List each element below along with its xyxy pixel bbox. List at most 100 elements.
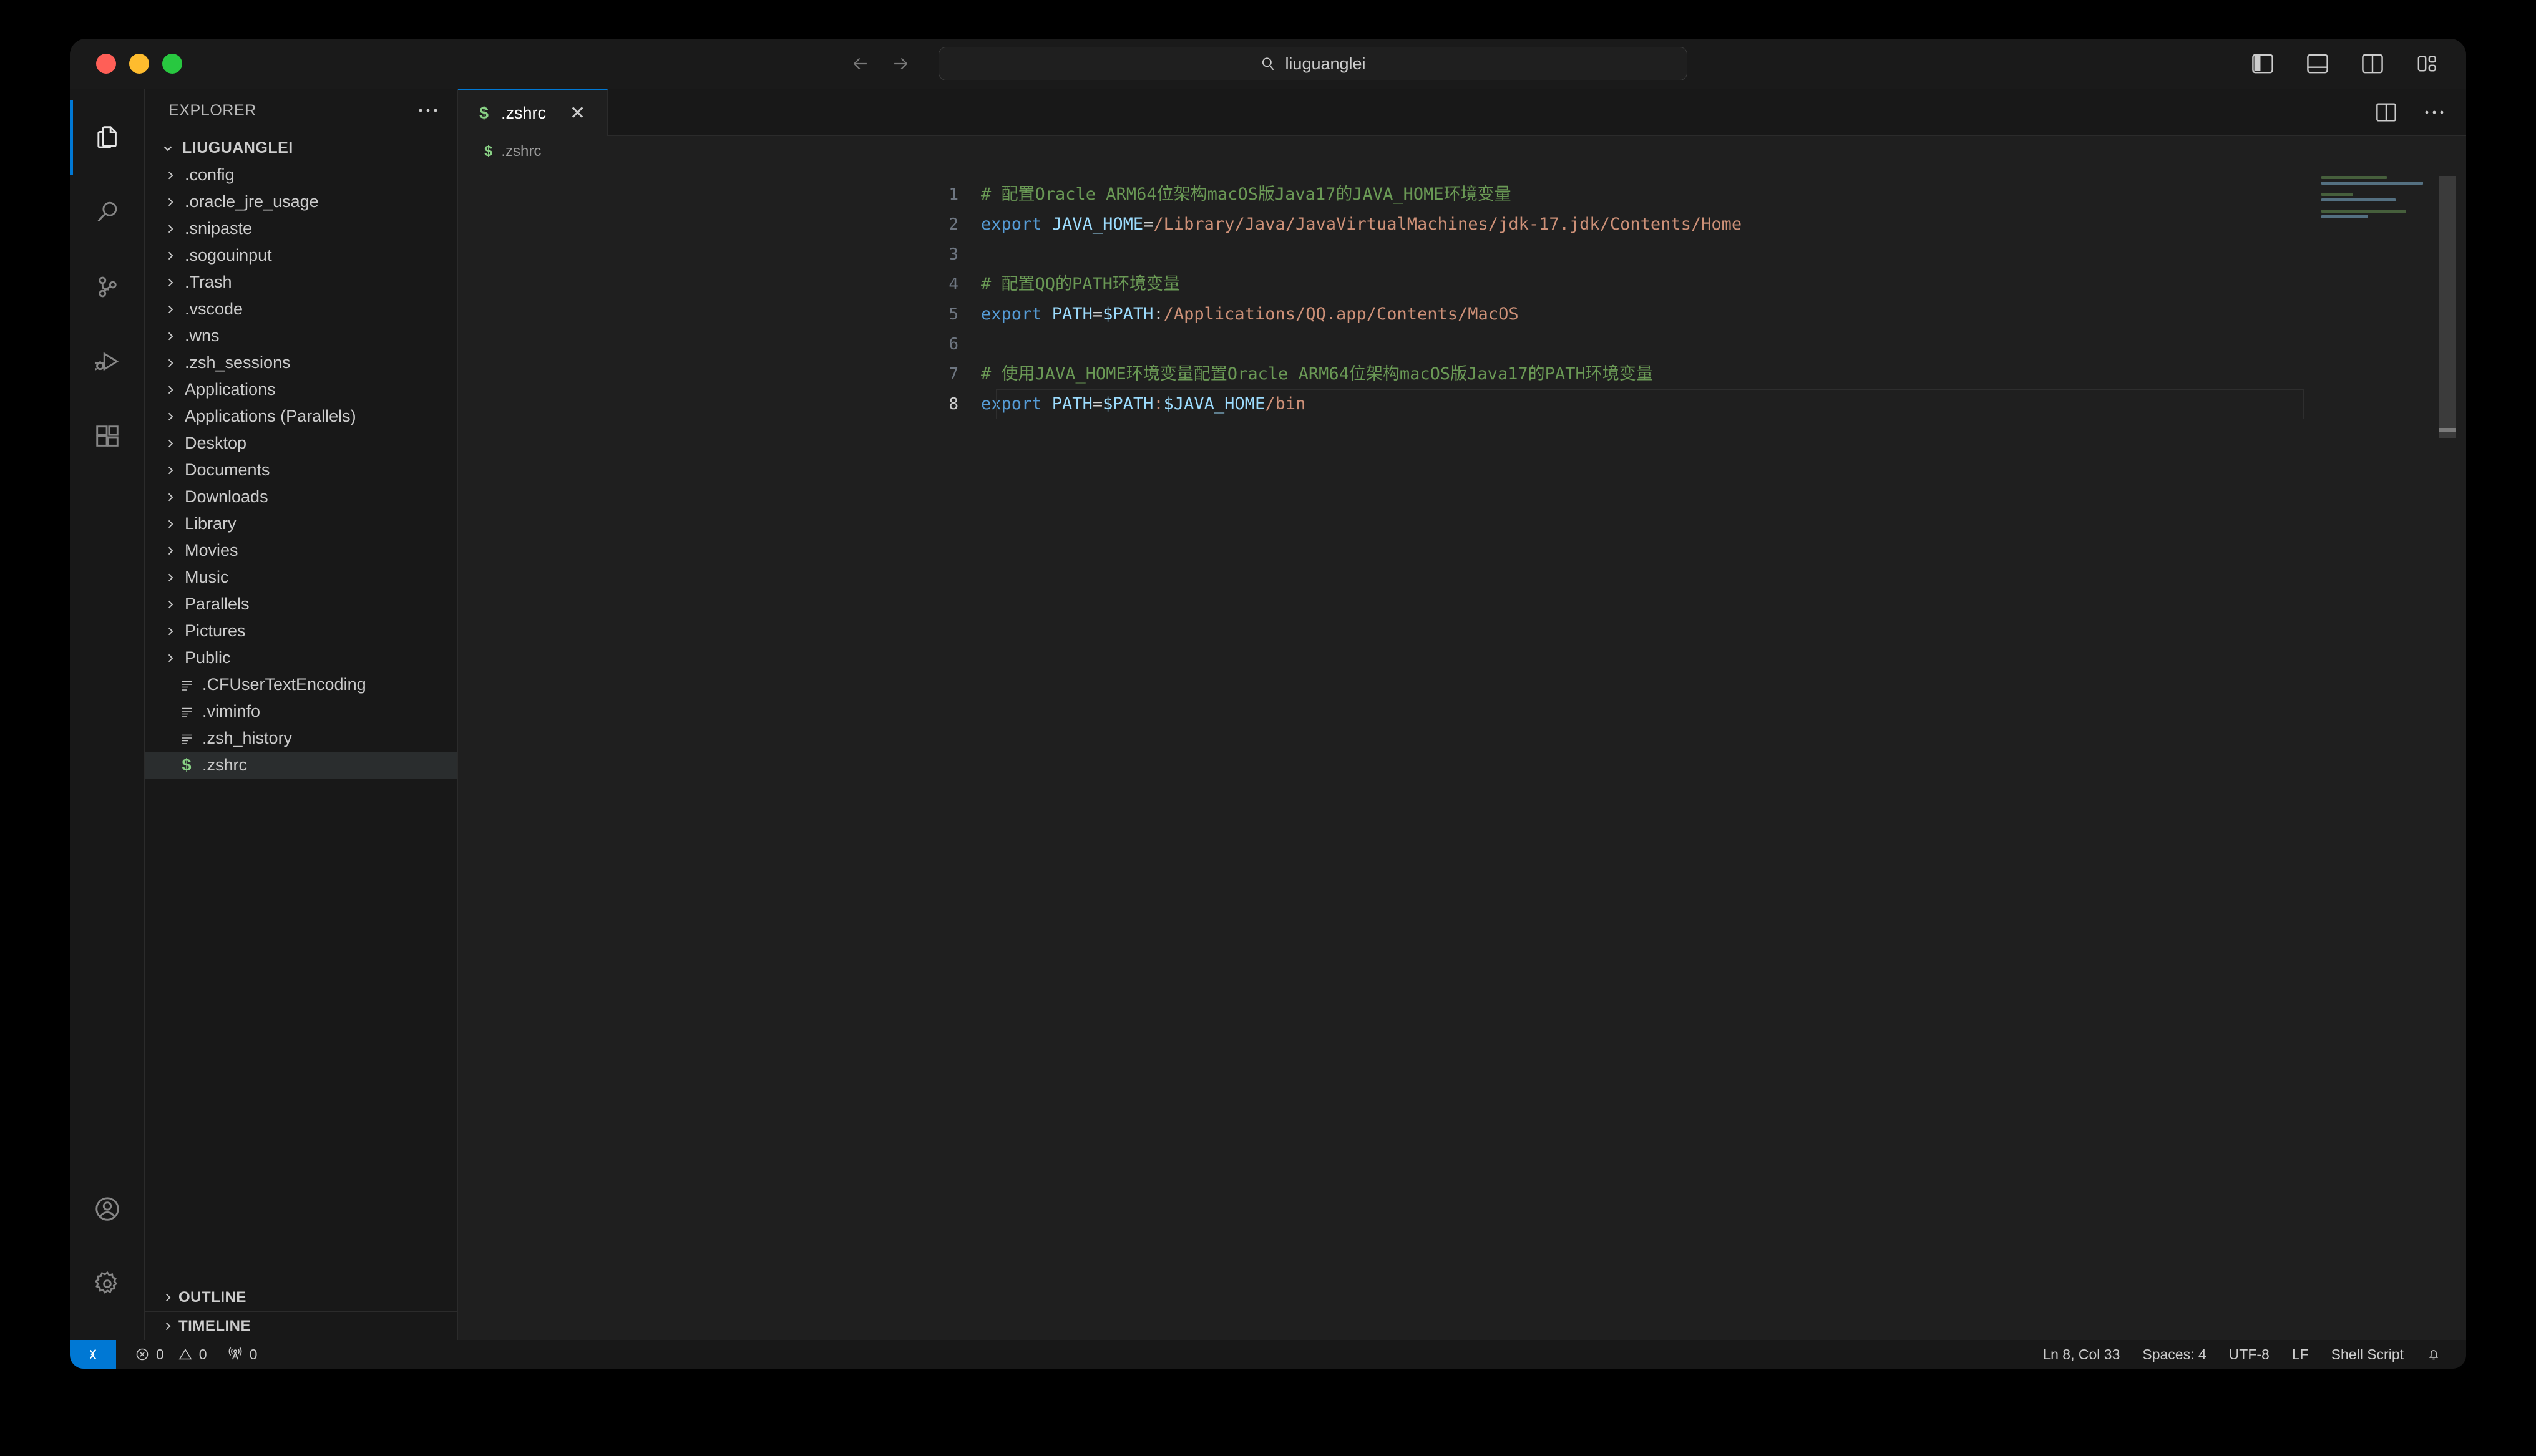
code-line[interactable]: 1 # 配置Oracle ARM64位架构macOS版Java17的JAVA_HO…	[458, 180, 2466, 210]
go-forward-icon[interactable]	[889, 52, 912, 75]
minimize-window-button[interactable]	[129, 54, 149, 74]
chevron-right-icon	[157, 1291, 178, 1304]
tree-folder-row[interactable]: .wns	[145, 323, 457, 349]
tree-folder-row[interactable]: .Trash	[145, 269, 457, 296]
tree-folder-row[interactable]: Desktop	[145, 430, 457, 457]
tree-folder-row[interactable]: Library	[145, 510, 457, 537]
code-line[interactable]: 6	[458, 329, 2466, 359]
close-icon[interactable]: ✕	[570, 102, 585, 124]
tree-root-liuguanglei[interactable]: LIUGUANGLEI	[145, 135, 457, 162]
status-indentation[interactable]: Spaces: 4	[2131, 1346, 2217, 1363]
chevron-right-icon	[160, 223, 181, 235]
tree-folder-row[interactable]: Music	[145, 564, 457, 591]
line-text: # 配置Oracle ARM64位架构macOS版Java17的JAVA_HOM…	[981, 180, 1511, 210]
status-encoding[interactable]: UTF-8	[2218, 1346, 2281, 1363]
customize-layout-icon[interactable]	[2415, 51, 2440, 76]
status-bar-left: 0 0 0	[125, 1340, 267, 1369]
code-line[interactable]: 4 # 配置QQ的PATH环境变量	[458, 269, 2466, 299]
code-token: /Applications/QQ.app/Contents/MacOS	[1163, 304, 1519, 324]
outline-section[interactable]: OUTLINE	[145, 1283, 457, 1311]
sidebar-item-extensions[interactable]	[70, 399, 145, 474]
code-token: JAVA_HOME	[1051, 215, 1144, 234]
sidebar-item-search[interactable]	[70, 175, 145, 250]
more-actions-icon[interactable]	[2424, 109, 2445, 115]
chevron-right-icon	[160, 545, 181, 557]
accounts-icon[interactable]	[70, 1172, 145, 1246]
tree-folder-row[interactable]: .config	[145, 162, 457, 188]
tree-folder-row[interactable]: .vscode	[145, 296, 457, 323]
line-number: 8	[949, 395, 958, 414]
tree-folder-row[interactable]: Applications (Parallels)	[145, 403, 457, 430]
notifications-bell-icon[interactable]	[2415, 1347, 2452, 1362]
toggle-primary-sidebar-icon[interactable]	[2250, 51, 2275, 76]
tree-file-row[interactable]: $ .zshrc	[145, 752, 457, 779]
status-cursor-position[interactable]: Ln 8, Col 33	[2031, 1346, 2131, 1363]
timeline-section[interactable]: TIMELINE	[145, 1311, 457, 1340]
text-file-icon	[175, 677, 198, 692]
code-editor[interactable]: 1 # 配置Oracle ARM64位架构macOS版Java17的JAVA_HO…	[458, 167, 2466, 1340]
sidebar-item-run-debug[interactable]	[70, 324, 145, 399]
tree-folder-row[interactable]: Pictures	[145, 618, 457, 644]
minimap[interactable]	[2321, 176, 2427, 382]
go-back-icon[interactable]	[849, 52, 872, 75]
toggle-secondary-sidebar-icon[interactable]	[2360, 51, 2385, 76]
scrollbar-overview-ruler-mark	[2439, 428, 2456, 432]
settings-gear-icon[interactable]	[70, 1246, 145, 1321]
tree-item-label: Applications (Parallels)	[185, 407, 356, 425]
code-line[interactable]: 3	[458, 240, 2466, 269]
tree-folder-row[interactable]: Downloads	[145, 483, 457, 510]
code-line[interactable]: 5 export PATH=$PATH:/Applications/QQ.app/…	[458, 299, 2466, 329]
tree-folder-row[interactable]: Documents	[145, 457, 457, 483]
explorer-more-actions-icon[interactable]	[417, 107, 439, 114]
editor-actions	[2376, 89, 2445, 136]
chevron-right-icon	[160, 410, 181, 423]
tree-item-label: Desktop	[185, 434, 247, 452]
tree-folder-row[interactable]: .zsh_sessions	[145, 349, 457, 376]
tree-root-label: LIUGUANGLEI	[182, 139, 293, 157]
tree-item-label: Music	[185, 568, 229, 586]
tree-file-row[interactable]: .CFUserTextEncoding	[145, 671, 457, 698]
tree-folder-row[interactable]: .snipaste	[145, 215, 457, 242]
tree-folder-row[interactable]: Public	[145, 644, 457, 671]
tree-folder-row[interactable]: .oracle_jre_usage	[145, 188, 457, 215]
status-problems[interactable]: 0 0	[125, 1340, 217, 1369]
remote-indicator-icon[interactable]	[70, 1340, 116, 1369]
outline-label: OUTLINE	[178, 1288, 246, 1306]
code-token: # 配置Oracle ARM64位架构macOS版Java17的JAVA_HOM…	[981, 185, 1511, 204]
minimap-line	[2321, 198, 2396, 201]
code-token: # 使用JAVA_HOME环境变量配置Oracle ARM64位架构macOS版…	[981, 364, 1653, 384]
code-line[interactable]: 7 # 使用JAVA_HOME环境变量配置Oracle ARM64位架构macOS…	[458, 359, 2466, 389]
code-token: :	[1153, 394, 1164, 414]
tree-item-label: Downloads	[185, 487, 268, 506]
tree-item-label: Public	[185, 648, 231, 667]
close-window-button[interactable]	[96, 54, 116, 74]
code-token: =	[1092, 304, 1103, 324]
sidebar-item-source-control[interactable]	[70, 250, 145, 324]
tree-file-row[interactable]: .viminfo	[145, 698, 457, 725]
tree-item-label: .vscode	[185, 299, 243, 318]
breadcrumb[interactable]: $ .zshrc	[458, 136, 2466, 167]
split-editor-right-icon[interactable]	[2376, 103, 2396, 122]
chevron-right-icon	[157, 1320, 178, 1332]
tree-file-row[interactable]: .zsh_history	[145, 725, 457, 752]
code-line[interactable]: 2 export JAVA_HOME=/Library/Java/JavaVirt…	[458, 210, 2466, 240]
tab-zshrc[interactable]: $ .zshrc ✕	[458, 89, 608, 136]
maximize-window-button[interactable]	[162, 54, 182, 74]
minimap-line	[2321, 210, 2406, 213]
tree-folder-row[interactable]: .sogouinput	[145, 242, 457, 269]
status-ports[interactable]: 0	[217, 1340, 268, 1369]
chevron-right-icon	[160, 196, 181, 208]
tree-folder-row[interactable]: Movies	[145, 537, 457, 564]
tree-folder-row[interactable]: Parallels	[145, 591, 457, 618]
status-eol[interactable]: LF	[2281, 1346, 2320, 1363]
code-token: $JAVA_HOME	[1163, 394, 1266, 414]
editor-vertical-scrollbar[interactable]	[2439, 176, 2456, 438]
code-line[interactable]: 8 export PATH=$PATH:$JAVA_HOME/bin	[458, 389, 2466, 419]
sidebar-item-explorer[interactable]	[70, 100, 145, 175]
error-count: 0	[156, 1346, 164, 1362]
toggle-panel-icon[interactable]	[2305, 51, 2330, 76]
status-language-mode[interactable]: Shell Script	[2320, 1346, 2415, 1363]
command-center-search[interactable]: liuguanglei	[939, 47, 1687, 80]
shell-file-icon: $	[182, 755, 192, 774]
tree-folder-row[interactable]: Applications	[145, 376, 457, 403]
